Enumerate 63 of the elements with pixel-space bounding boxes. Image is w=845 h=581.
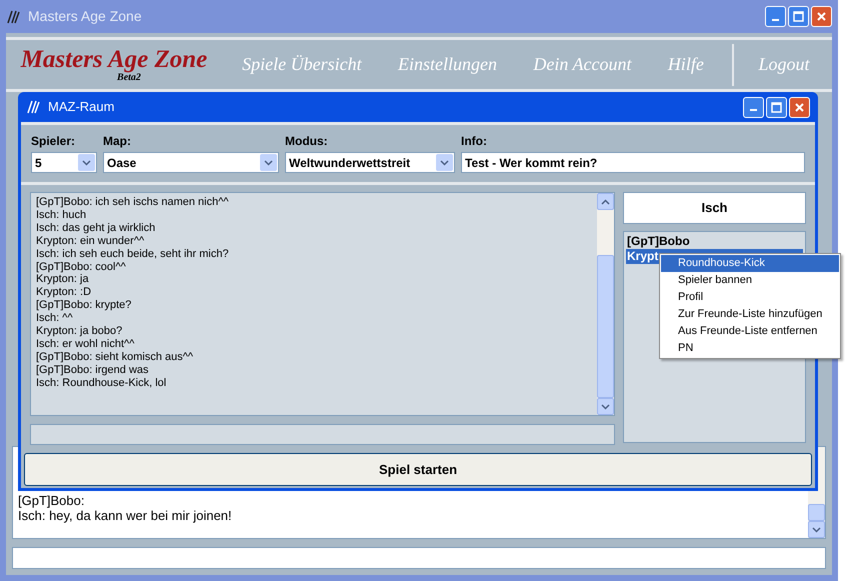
maximize-button[interactable] bbox=[788, 6, 809, 27]
minimize-button[interactable] bbox=[765, 6, 786, 27]
logo-subtitle: Beta2 bbox=[117, 72, 141, 82]
app-icon bbox=[26, 99, 42, 115]
menu-item[interactable]: Roundhouse-Kick bbox=[661, 255, 839, 272]
menu-item[interactable]: Spieler bannen bbox=[661, 272, 839, 289]
chat-message: [GpT]Bobo: krypte? bbox=[36, 299, 132, 312]
chat-message: [GpT]Bobo: cool^^ bbox=[36, 260, 127, 274]
player-name: Isch bbox=[623, 192, 806, 224]
scroll-down-icon[interactable] bbox=[601, 404, 610, 410]
chat-message: Isch: Roundhouse-Kick, lol bbox=[36, 376, 168, 390]
scroll-down-icon[interactable] bbox=[812, 526, 821, 532]
dropdown-value: Weltwunderwettstreit bbox=[288, 154, 412, 172]
dropdown[interactable]: Oase bbox=[103, 152, 279, 173]
chat-message: Krypton: ein wunder^^ bbox=[36, 234, 146, 248]
chat-message: Krypton: ja bobo? bbox=[36, 325, 124, 338]
chat-message: [GpT]Bobo: sieht komisch aus^^ bbox=[36, 350, 194, 364]
field-label: Modus: bbox=[285, 133, 329, 150]
dropdown-value: 5 bbox=[34, 154, 43, 172]
scroll-thumb[interactable] bbox=[808, 504, 825, 521]
maximize-icon bbox=[793, 11, 804, 22]
field-label: Map: bbox=[103, 133, 132, 150]
scrollbar[interactable] bbox=[597, 193, 614, 415]
start-game-button[interactable]: Spiel starten bbox=[24, 453, 812, 486]
close-button[interactable] bbox=[811, 6, 832, 27]
chat-message: [GpT]Bobo: bbox=[18, 493, 86, 508]
maximize-button[interactable] bbox=[766, 96, 787, 118]
maximize-icon bbox=[771, 102, 782, 112]
window-title: Masters Age Zone bbox=[28, 7, 143, 26]
logo-text: Masters Age Zone bbox=[20, 46, 208, 72]
scroll-thumb[interactable] bbox=[597, 255, 614, 398]
chat-message: Isch: er wohl nicht^^ bbox=[36, 338, 136, 351]
chat-message: Isch: ich seh euch beide, seht ihr mich? bbox=[36, 248, 230, 261]
menu-item[interactable]: PN bbox=[661, 340, 839, 357]
dropdown[interactable]: 5 bbox=[31, 152, 97, 173]
menu-item[interactable]: Zur Freunde-Liste hinzufügen bbox=[661, 306, 839, 323]
message-input[interactable] bbox=[12, 547, 826, 569]
chat-message: Isch: hey, da kann wer bei mir joinen! bbox=[18, 508, 233, 523]
player-item[interactable]: [GpT]Bobo bbox=[626, 234, 803, 249]
dropdown-value: Oase bbox=[106, 154, 138, 172]
chat-message: Isch: huch bbox=[36, 208, 88, 222]
minimize-icon bbox=[772, 18, 779, 20]
dialog-title: MAZ-Raum bbox=[48, 98, 116, 116]
chat-message: [GpT]Bobo: ich seh ischs namen nich^^ bbox=[36, 196, 230, 209]
menu-item[interactable]: Profil bbox=[661, 289, 839, 306]
scroll-up-icon[interactable] bbox=[601, 198, 610, 204]
chat-message: Krypton: ja bbox=[36, 273, 90, 286]
field-label: Spieler: bbox=[31, 133, 76, 150]
field-label: Info: bbox=[461, 133, 488, 150]
chat-message: Isch: ^^ bbox=[36, 312, 74, 326]
close-icon bbox=[794, 102, 805, 112]
chat-input[interactable] bbox=[30, 424, 615, 445]
minimize-icon bbox=[750, 109, 757, 111]
menu-item[interactable]: Aus Freunde-Liste entfernen bbox=[661, 323, 839, 340]
chat-message: Isch: das geht ja wirklich bbox=[36, 222, 156, 235]
app-icon bbox=[6, 8, 22, 24]
chat-message: [GpT]Bobo: irgend was bbox=[36, 364, 150, 377]
dropdown[interactable]: Weltwunderwettstreit bbox=[285, 152, 455, 173]
chat-message: Krypton: :D bbox=[36, 286, 92, 300]
info-field[interactable]: Test - Wer kommt rein? bbox=[461, 152, 805, 173]
minimize-button[interactable] bbox=[743, 96, 764, 118]
close-button[interactable] bbox=[789, 96, 810, 118]
close-icon bbox=[816, 11, 827, 22]
